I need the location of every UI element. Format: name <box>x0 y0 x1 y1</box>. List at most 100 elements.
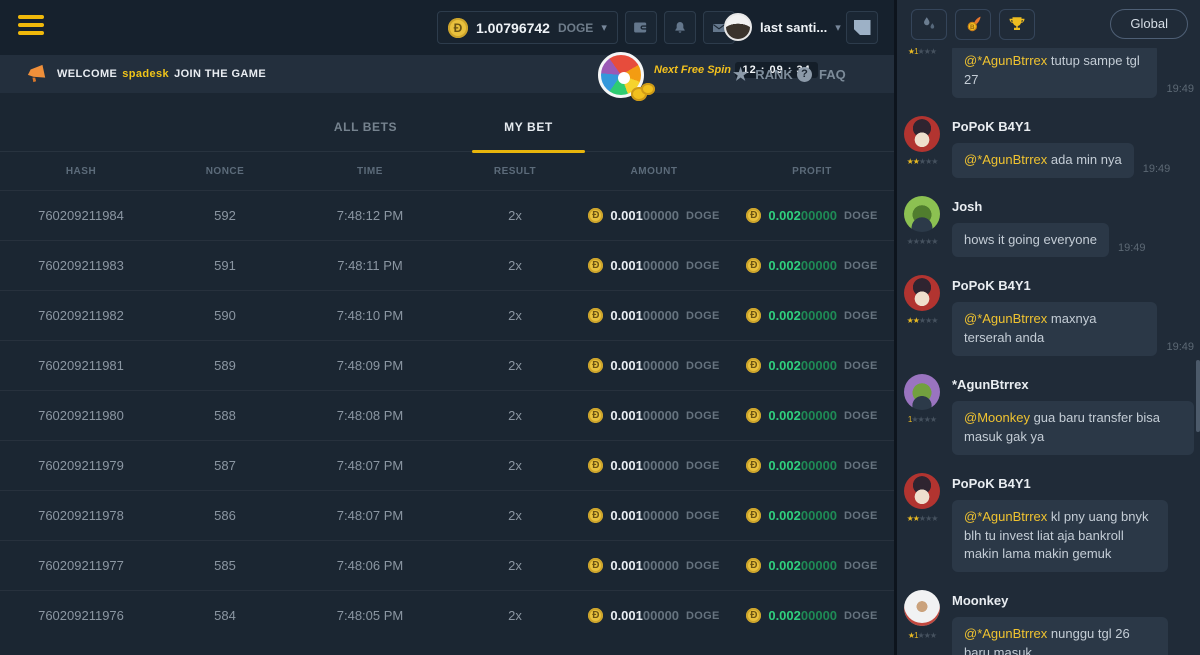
message-left-rail: ★★★★★ <box>901 275 943 356</box>
rank-link[interactable]: ★ RANK <box>733 55 793 93</box>
message-bubble: @Moonkey gua baru transfer bisa masuk ga… <box>952 401 1194 455</box>
chat-channel-button[interactable]: Global <box>1110 9 1188 39</box>
profit-trailing: 00000 <box>801 358 837 373</box>
avatar[interactable] <box>904 374 940 410</box>
table-row[interactable]: 760209211980 588 7:48:08 PM 2x Đ 0.00100… <box>0 390 894 440</box>
doge-coin-icon: Đ <box>746 358 761 373</box>
user-star-rating: ★★★★★ <box>907 317 938 325</box>
bet-result: 2x <box>452 408 578 423</box>
profit-currency: DOGE <box>844 460 878 472</box>
doge-coin-icon: Đ <box>588 258 603 273</box>
chat-toggle-button[interactable] <box>846 11 878 44</box>
table-row[interactable]: 760209211977 585 7:48:06 PM 2x Đ 0.00100… <box>0 540 894 590</box>
profit-trailing: 00000 <box>801 208 837 223</box>
table-row[interactable]: 760209211983 591 7:48:11 PM 2x Đ 0.00100… <box>0 240 894 290</box>
rank-label: RANK <box>755 67 793 82</box>
username-text: PoPoK B4Y1 <box>952 119 1031 134</box>
bet-time: 7:48:05 PM <box>288 608 452 623</box>
amount-trailing: 00000 <box>643 608 679 623</box>
spin-wheel-icon <box>598 52 644 98</box>
avatar[interactable] <box>904 590 940 626</box>
table-row[interactable]: 760209211981 589 7:48:09 PM 2x Đ 0.00100… <box>0 340 894 390</box>
mention-link[interactable]: @*AgunBtrrex <box>964 152 1047 167</box>
message-bubble: hows it going everyone <box>952 223 1109 258</box>
chat-message: ★1★★★ Moonkey @*AgunBtrrex nunggu tgl 26… <box>901 590 1194 655</box>
table-row[interactable]: 760209211979 587 7:48:07 PM 2x Đ 0.00100… <box>0 440 894 490</box>
amount-currency: DOGE <box>686 410 720 422</box>
profit-currency: DOGE <box>844 260 878 272</box>
amount-currency: DOGE <box>686 260 720 272</box>
table-row[interactable]: 760209211982 590 7:48:10 PM 2x Đ 0.00100… <box>0 290 894 340</box>
bet-nonce: 592 <box>162 208 288 223</box>
bet-result: 2x <box>452 458 578 473</box>
notifications-button[interactable] <box>664 11 696 44</box>
message-left-rail: ★★★★★ <box>901 196 943 258</box>
message-timestamp: 19:49 <box>1166 83 1194 98</box>
user-avatar <box>724 13 752 41</box>
profit-currency: DOGE <box>844 610 878 622</box>
svg-text:B: B <box>970 23 975 30</box>
mention-link[interactable]: @*AgunBtrrex <box>964 311 1047 326</box>
bet-hash: 760209211983 <box>0 258 162 273</box>
bet-result: 2x <box>452 358 578 373</box>
profit-trailing: 00000 <box>801 408 837 423</box>
balance-selector[interactable]: Đ 1.00796742 DOGE ▾ <box>437 11 618 44</box>
avatar[interactable] <box>904 196 940 232</box>
bet-time: 7:48:07 PM <box>288 458 452 473</box>
bet-profit: Đ 0.00200000 DOGE <box>730 208 894 223</box>
tab-all-bets[interactable]: ALL BETS <box>284 120 447 151</box>
bet-time: 7:48:11 PM <box>288 258 452 273</box>
bet-hash: 760209211980 <box>0 408 162 423</box>
user-star-rating: ★★★★★ <box>907 515 938 523</box>
trophy-button[interactable] <box>999 9 1035 40</box>
avatar[interactable] <box>904 116 940 152</box>
profit-trailing: 00000 <box>801 558 837 573</box>
bet-amount: Đ 0.00100000 DOGE <box>578 408 730 423</box>
profit-significant: 0.002 <box>768 408 801 423</box>
table-row[interactable]: 760209211978 586 7:48:07 PM 2x Đ 0.00100… <box>0 490 894 540</box>
profit-significant: 0.002 <box>768 308 801 323</box>
username-text: *AgunBtrrex <box>952 377 1029 392</box>
avatar[interactable] <box>904 473 940 509</box>
amount-currency: DOGE <box>686 560 720 572</box>
chat-header: B Global <box>897 0 1200 48</box>
wallet-button[interactable] <box>625 11 657 44</box>
bet-hash: 760209211976 <box>0 608 162 623</box>
message-body: *AgunBtrrex @Moonkey gua baru transfer b… <box>943 374 1194 455</box>
chat-scrollbar[interactable] <box>1196 360 1200 432</box>
mention-link[interactable]: @*AgunBtrrex <box>964 53 1047 68</box>
profit-significant: 0.002 <box>768 558 801 573</box>
bell-icon <box>672 20 688 36</box>
amount-currency: DOGE <box>686 360 720 372</box>
chat-message: ★1★★★ @*AgunBtrrex tutup sampe tgl 27 19… <box>901 48 1194 98</box>
user-menu[interactable]: last santi... ▾ <box>724 13 841 41</box>
mention-link[interactable]: @*AgunBtrrex <box>964 626 1047 641</box>
profit-significant: 0.002 <box>768 208 801 223</box>
bet-result: 2x <box>452 608 578 623</box>
message-timestamp: 19:49 <box>1118 242 1146 257</box>
bet-profit: Đ 0.00200000 DOGE <box>730 508 894 523</box>
message-left-rail: ★1★★★ <box>901 590 943 655</box>
bets-tabs: ALL BETS MY BET <box>0 93 894 152</box>
welcome-username[interactable]: spadesk <box>122 68 169 80</box>
doge-coin-icon: Đ <box>588 308 603 323</box>
table-row[interactable]: 760209211984 592 7:48:12 PM 2x Đ 0.00100… <box>0 190 894 240</box>
avatar[interactable] <box>904 275 940 311</box>
bet-amount: Đ 0.00100000 DOGE <box>578 608 730 623</box>
rain-button[interactable] <box>911 9 947 40</box>
bet-profit: Đ 0.00200000 DOGE <box>730 408 894 423</box>
tab-my-bet[interactable]: MY BET <box>447 120 610 151</box>
message-timestamp: 19:49 <box>1143 163 1171 178</box>
mention-link[interactable]: @*AgunBtrrex <box>964 509 1047 524</box>
hamburger-menu-icon[interactable] <box>18 15 44 39</box>
faq-link[interactable]: ? FAQ <box>797 55 846 93</box>
col-nonce: NONCE <box>162 166 288 177</box>
chat-message: ★★★★★ PoPoK B4Y1 @*AgunBtrrex maxnya ter… <box>901 275 1194 356</box>
fireball-button[interactable]: B <box>955 9 991 40</box>
table-row[interactable]: 760209211976 584 7:48:05 PM 2x Đ 0.00100… <box>0 590 894 640</box>
message-text: hows it going everyone <box>964 232 1097 247</box>
doge-coin-icon: Đ <box>588 608 603 623</box>
message-username: *AgunBtrrex <box>952 377 1194 392</box>
mention-link[interactable]: @Moonkey <box>964 410 1030 425</box>
bet-nonce: 586 <box>162 508 288 523</box>
